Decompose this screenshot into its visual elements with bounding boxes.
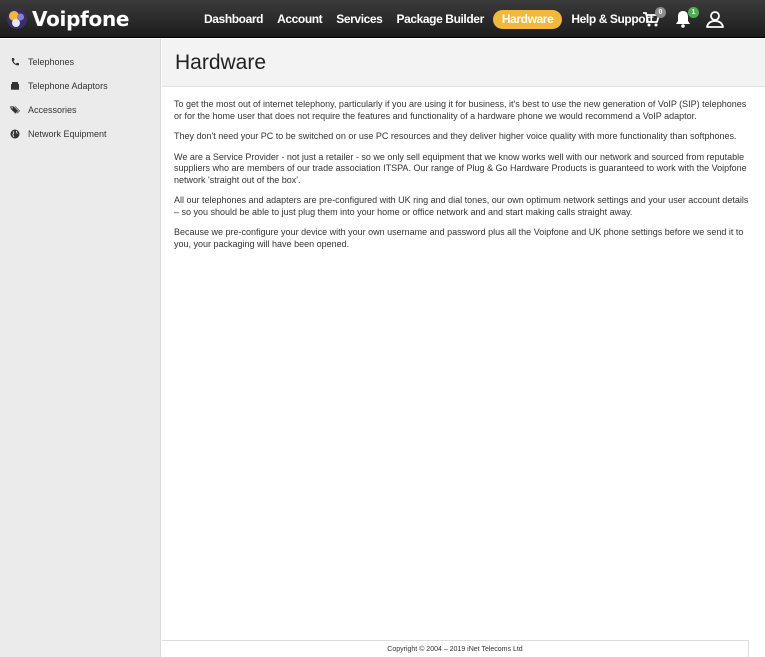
- nav-package-builder[interactable]: Package Builder: [389, 10, 490, 29]
- sidebar-item-network-equipment[interactable]: Network Equipment: [0, 124, 161, 144]
- preconfigured-paragraph: All our telephones and adapters are pre-…: [174, 195, 749, 217]
- sidebar-item-label: Telephones: [28, 57, 75, 67]
- nav-account[interactable]: Account: [270, 10, 329, 29]
- packaging-paragraph: Because we pre-configure your device wit…: [174, 227, 744, 249]
- sidebar-item-telephone-adaptors[interactable]: Telephone Adaptors: [0, 76, 161, 96]
- main-nav: Dashboard Account Services Package Build…: [197, 10, 660, 29]
- cart-count-badge: 0: [655, 7, 666, 18]
- tags-icon: [10, 105, 20, 115]
- logo-mark-icon: [6, 8, 28, 30]
- sidebar-item-label: Accessories: [28, 105, 77, 115]
- sidebar-item-accessories[interactable]: Accessories: [0, 100, 161, 120]
- sidebar-item-label: Network Equipment: [28, 129, 107, 139]
- cart-button[interactable]: 0: [642, 7, 666, 30]
- adaptor-icon: [10, 81, 20, 91]
- voipfone-logo[interactable]: Voipfone: [6, 6, 129, 32]
- user-account-button[interactable]: [706, 10, 726, 30]
- sidebar-item-telephones[interactable]: Telephones: [0, 52, 161, 72]
- intro-paragraph: To get the most out of internet telephon…: [174, 99, 747, 121]
- notification-count-badge: 1: [688, 7, 699, 18]
- service-provider-paragraph: We are a Service Provider - not just a r…: [174, 151, 747, 185]
- copyright-text: Copyright © 2004 – 2019 iNet Telecoms Lt…: [387, 646, 523, 653]
- phone-icon: [10, 57, 20, 67]
- user-icon: [706, 11, 724, 28]
- sidebar-item-label: Telephone Adaptors: [28, 81, 108, 91]
- main-content: To get the most out of internet telephon…: [174, 99, 754, 259]
- sidebar: Telephones Telephone Adaptors Accessorie…: [0, 39, 161, 657]
- brand-name: Voipfone: [32, 7, 130, 31]
- page-title: Hardware: [175, 51, 267, 74]
- top-navigation-bar: Voipfone Dashboard Account Services Pack…: [0, 0, 765, 38]
- notifications-button[interactable]: 1: [675, 7, 699, 30]
- footer: Copyright © 2004 – 2019 iNet Telecoms Lt…: [162, 640, 749, 657]
- nav-dashboard[interactable]: Dashboard: [197, 10, 270, 29]
- page-header: Hardware: [162, 39, 765, 87]
- benefits-paragraph: They don't need your PC to be switched o…: [174, 131, 737, 141]
- nav-services[interactable]: Services: [329, 10, 389, 29]
- nav-hardware[interactable]: Hardware: [492, 10, 563, 29]
- globe-icon: [10, 129, 20, 139]
